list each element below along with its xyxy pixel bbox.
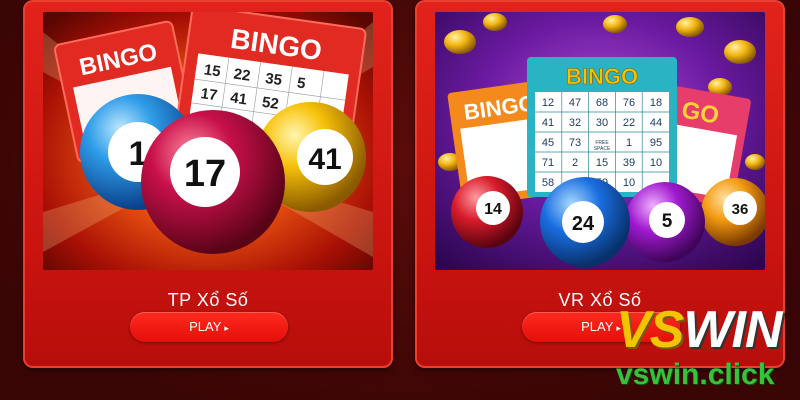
bingo-ball-24: 24 <box>572 213 595 235</box>
bingo-ball-41: 41 <box>308 143 341 176</box>
svg-text:10: 10 <box>623 177 635 189</box>
svg-text:41: 41 <box>229 89 248 108</box>
game-title: TP Xổ Số <box>167 290 249 310</box>
svg-text:41: 41 <box>542 117 554 129</box>
bingo-ball-36: 36 <box>732 201 749 218</box>
svg-text:44: 44 <box>650 117 662 129</box>
svg-text:SPACE: SPACE <box>594 146 611 152</box>
svg-text:22: 22 <box>233 66 252 85</box>
play-button[interactable]: PLAY ▸ <box>130 312 288 342</box>
svg-text:1: 1 <box>626 137 632 149</box>
svg-text:47: 47 <box>569 97 581 109</box>
page-background: BINGO BINGO 15 22 35 5 17 41 52 1 41 17 … <box>0 0 800 400</box>
bingo-artwork-vr: BINGO GO BINGO 12 47 68 76 18 41 32 30 2… <box>435 12 765 270</box>
game-thumbnail-tp[interactable]: BINGO BINGO 15 22 35 5 17 41 52 1 41 17 <box>43 12 373 270</box>
bingo-ball-5: 5 <box>662 211 673 232</box>
svg-text:18: 18 <box>650 97 662 109</box>
svg-text:39: 39 <box>623 157 635 169</box>
svg-text:71: 71 <box>542 157 554 169</box>
svg-text:35: 35 <box>264 70 283 89</box>
game-thumbnail-vr[interactable]: BINGO GO BINGO 12 47 68 76 18 41 32 30 2… <box>435 12 765 270</box>
play-arrow-icon: ▸ <box>224 323 229 333</box>
svg-text:58: 58 <box>542 177 554 189</box>
svg-text:45: 45 <box>542 137 554 149</box>
brand-logo: VSWIN <box>616 301 782 359</box>
brand-watermark: VSWIN vswin.click <box>606 300 796 396</box>
svg-text:15: 15 <box>203 61 222 80</box>
bingo-artwork-tp: BINGO BINGO 15 22 35 5 17 41 52 1 41 17 <box>43 12 373 270</box>
svg-text:32: 32 <box>569 117 581 129</box>
svg-text:2: 2 <box>572 157 578 169</box>
svg-text:22: 22 <box>623 117 635 129</box>
svg-text:BINGO: BINGO <box>566 64 638 89</box>
svg-text:17: 17 <box>200 85 219 104</box>
svg-text:95: 95 <box>650 137 662 149</box>
svg-text:30: 30 <box>596 117 608 129</box>
svg-text:68: 68 <box>596 97 608 109</box>
bingo-ball-17: 17 <box>184 153 226 195</box>
svg-text:15: 15 <box>596 157 608 169</box>
svg-text:12: 12 <box>542 97 554 109</box>
svg-text:52: 52 <box>261 94 280 113</box>
svg-text:73: 73 <box>569 137 581 149</box>
svg-text:10: 10 <box>650 157 662 169</box>
brand-url: vswin.click <box>616 358 775 391</box>
play-label: PLAY <box>189 319 222 334</box>
bingo-ball-14: 14 <box>484 201 502 218</box>
game-card-tp-xo-so[interactable]: BINGO BINGO 15 22 35 5 17 41 52 1 41 17 … <box>23 0 393 368</box>
svg-text:76: 76 <box>623 97 635 109</box>
